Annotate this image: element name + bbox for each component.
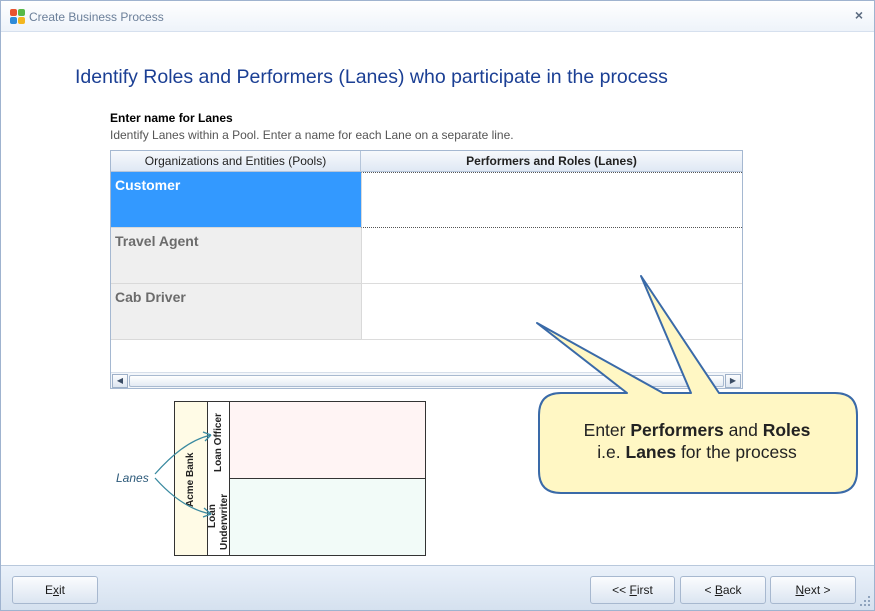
close-icon[interactable]: ×	[852, 8, 866, 22]
table-row[interactable]: Customer	[111, 172, 742, 228]
first-button[interactable]: << First	[590, 576, 675, 604]
section-description: Identify Lanes within a Pool. Enter a na…	[110, 128, 514, 142]
lanes-arrows-icon	[154, 431, 212, 518]
lane-2-label-line-2: Underwriter	[219, 493, 230, 550]
illustration-lane-1	[208, 402, 425, 479]
title-bar: Create Business Process ×	[1, 1, 874, 32]
page-heading: Identify Roles and Performers (Lanes) wh…	[75, 66, 668, 88]
grid-header: Organizations and Entities (Pools) Perfo…	[111, 151, 742, 172]
pool-cell[interactable]: Customer	[111, 172, 361, 228]
exit-button[interactable]: Exit	[12, 576, 98, 604]
lanes-cell[interactable]	[361, 172, 742, 228]
next-button[interactable]: Next >	[770, 576, 856, 604]
column-header-pools[interactable]: Organizations and Entities (Pools)	[111, 151, 361, 172]
window-title: Create Business Process	[29, 10, 164, 24]
illustration-lane-2	[208, 479, 425, 555]
resize-grip-icon[interactable]	[860, 596, 870, 606]
pool-cell[interactable]: Travel Agent	[111, 228, 361, 284]
callout-text: Enter Performers and Roles i.e. Lanes fo…	[583, 420, 811, 462]
column-header-lanes[interactable]: Performers and Roles (Lanes)	[361, 151, 742, 172]
lanes-annotation: Lanes	[116, 471, 149, 485]
scroll-left-icon[interactable]: ◀	[112, 374, 128, 388]
callout-bubble	[536, 275, 858, 494]
app-icon	[10, 9, 26, 25]
pool-cell[interactable]: Cab Driver	[111, 284, 361, 340]
back-button[interactable]: < Back	[680, 576, 766, 604]
section-title: Enter name for Lanes	[110, 111, 233, 125]
footer-bar: Exit << First < Back Next >	[1, 565, 874, 610]
create-business-process-window: Create Business Process × Identify Roles…	[0, 0, 875, 611]
